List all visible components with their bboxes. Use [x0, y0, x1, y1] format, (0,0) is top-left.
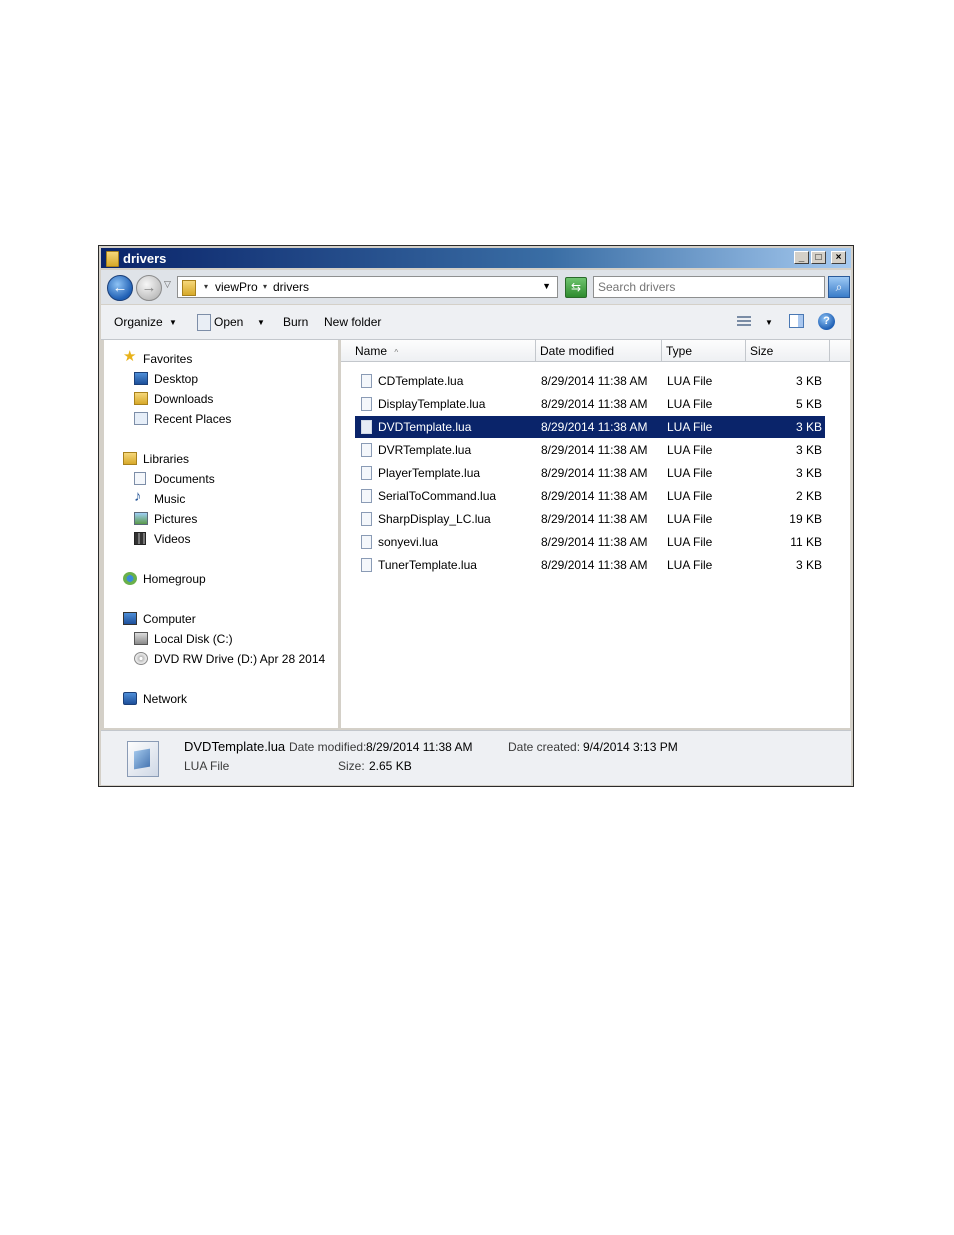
lua-file-icon	[361, 374, 372, 388]
lua-file-icon	[361, 466, 372, 480]
document-icon	[197, 314, 211, 331]
details-date-modified: 8/29/2014 11:38 AM	[366, 740, 473, 754]
open-dropdown-icon[interactable]: ▼	[257, 318, 265, 327]
lua-file-icon	[361, 535, 372, 549]
lua-file-icon	[361, 443, 372, 457]
organize-button[interactable]: Organize	[114, 315, 163, 329]
details-size-label: Size:	[338, 759, 365, 773]
lua-file-icon	[361, 489, 372, 503]
details-date-created-label: Date created:	[508, 740, 581, 754]
recent-places-icon	[134, 412, 148, 425]
chevron-right-icon[interactable]: ▾	[263, 282, 267, 291]
table-row[interactable]: CDTemplate.lua 8/29/2014 11:38 AM LUA Fi…	[355, 370, 825, 392]
preview-pane-icon[interactable]	[789, 314, 804, 328]
column-header-type[interactable]: Type	[662, 340, 746, 362]
details-date-modified-label: Date modified:	[289, 740, 367, 754]
address-bar[interactable]: ▾ viewPro ▾ drivers ▼	[177, 276, 558, 298]
search-input[interactable]	[598, 278, 818, 296]
computer-icon	[123, 612, 137, 625]
table-row[interactable]: SharpDisplay_LC.lua 8/29/2014 11:38 AM L…	[355, 508, 825, 530]
window-title: drivers	[123, 251, 167, 266]
sort-ascending-icon: ^	[394, 348, 399, 357]
star-icon: ★	[123, 348, 137, 365]
open-button[interactable]: Open	[214, 315, 243, 329]
music-icon: ♪	[134, 488, 142, 505]
address-row: ← → ▽ ▾ viewPro ▾ drivers ▼ ⇆ ⌕	[101, 270, 851, 304]
folder-icon	[182, 280, 196, 296]
desktop-icon	[134, 372, 148, 385]
file-list: Name ^ Date modified Type Size CDTemplat…	[341, 340, 850, 728]
burn-button[interactable]: Burn	[283, 315, 308, 329]
details-size: 2.65 KB	[369, 759, 412, 773]
pictures-icon	[134, 512, 148, 525]
help-icon[interactable]: ?	[818, 313, 835, 330]
search-box[interactable]	[593, 276, 825, 298]
column-header-name[interactable]: Name ^	[341, 340, 536, 362]
videos-icon	[134, 532, 146, 545]
table-row[interactable]: sonyevi.lua 8/29/2014 11:38 AM LUA File …	[355, 531, 825, 553]
search-icon[interactable]: ⌕	[828, 276, 850, 298]
lua-file-icon	[127, 741, 159, 777]
title-bar[interactable]: drivers _ □ ×	[101, 248, 851, 268]
view-dropdown-icon[interactable]: ▼	[765, 318, 773, 327]
maximize-button[interactable]: □	[811, 251, 826, 264]
table-row[interactable]: DisplayTemplate.lua 8/29/2014 11:38 AM L…	[355, 393, 825, 415]
table-row[interactable]: DVRTemplate.lua 8/29/2014 11:38 AM LUA F…	[355, 439, 825, 461]
table-row[interactable]: TunerTemplate.lua 8/29/2014 11:38 AM LUA…	[355, 554, 825, 576]
explorer-window: drivers _ □ × ← → ▽ ▾ viewPro ▾ drivers …	[98, 245, 854, 787]
chevron-right-icon[interactable]: ▾	[204, 282, 208, 291]
table-row[interactable]: SerialToCommand.lua 8/29/2014 11:38 AM L…	[355, 485, 825, 507]
libraries-icon	[123, 452, 137, 465]
back-button[interactable]: ←	[107, 275, 133, 301]
column-header-size[interactable]: Size	[746, 340, 830, 362]
recent-pages-dropdown[interactable]: ▽	[164, 279, 171, 290]
breadcrumb-drivers[interactable]: drivers	[273, 280, 309, 294]
details-pane: DVDTemplate.lua Date modified: 8/29/2014…	[101, 730, 851, 785]
folder-icon	[106, 251, 119, 267]
documents-icon	[134, 472, 146, 485]
table-row[interactable]: DVDTemplate.lua 8/29/2014 11:38 AM LUA F…	[355, 416, 825, 438]
lua-file-icon	[361, 512, 372, 526]
lua-file-icon	[361, 558, 372, 572]
downloads-icon	[134, 392, 148, 405]
lua-file-icon	[361, 397, 372, 411]
details-filename: DVDTemplate.lua	[184, 739, 286, 754]
close-button[interactable]: ×	[831, 251, 846, 264]
dvd-drive-icon	[134, 652, 148, 665]
column-header-date[interactable]: Date modified	[536, 340, 662, 362]
minimize-button[interactable]: _	[794, 251, 809, 264]
homegroup-icon	[123, 572, 137, 585]
network-icon	[123, 692, 137, 705]
forward-button[interactable]: →	[136, 275, 162, 301]
command-bar: Organize ▼ Open ▼ Burn New folder ▼ ?	[101, 305, 851, 340]
lua-file-icon	[361, 420, 372, 434]
details-filetype: LUA File	[184, 759, 230, 773]
details-date-created: 9/4/2014 3:13 PM	[583, 740, 678, 754]
table-row[interactable]: PlayerTemplate.lua 8/29/2014 11:38 AM LU…	[355, 462, 825, 484]
breadcrumb-viewpro[interactable]: viewPro	[215, 280, 258, 294]
refresh-button[interactable]: ⇆	[565, 277, 587, 298]
organize-dropdown-icon[interactable]: ▼	[169, 318, 177, 327]
address-dropdown-icon[interactable]: ▼	[542, 281, 551, 291]
column-header-filler	[830, 340, 850, 362]
navigation-pane: ★ Favorites Desktop Downloads Recent Pla…	[104, 340, 338, 757]
view-options-icon[interactable]	[737, 316, 751, 328]
new-folder-button[interactable]: New folder	[324, 315, 381, 329]
hard-drive-icon	[134, 632, 148, 645]
